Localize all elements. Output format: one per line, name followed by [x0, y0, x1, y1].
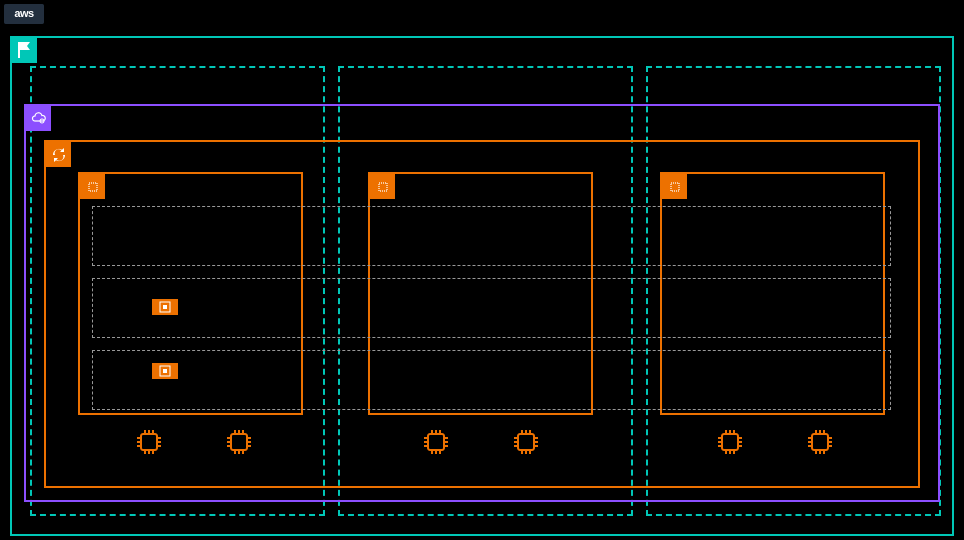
layer-3: [92, 350, 891, 410]
vpc-badge: [26, 106, 51, 131]
chip-outline-3a: [716, 428, 744, 456]
refresh-icon: [51, 147, 67, 163]
cloud-icon: [31, 111, 47, 127]
chip-outline-3b: [806, 428, 834, 456]
instance-group-1-badge: [80, 174, 105, 199]
layer-2: [92, 278, 891, 338]
layer-1: [92, 206, 891, 266]
aws-logo: aws: [4, 4, 44, 24]
aws-logo-text: aws: [14, 8, 33, 20]
chip-icon: [375, 179, 391, 195]
instance-mini-1: [152, 299, 178, 315]
asg-badge: [46, 142, 71, 167]
chip-icon: [85, 179, 101, 195]
chip-outline-2b: [512, 428, 540, 456]
chip-outline-2a: [422, 428, 450, 456]
instance-group-3-badge: [662, 174, 687, 199]
chip-outline-1a: [135, 428, 163, 456]
instance-group-2-badge: [370, 174, 395, 199]
chip-icon: [667, 179, 683, 195]
region-badge: [12, 38, 37, 63]
chip-outline-1b: [225, 428, 253, 456]
instance-mini-2: [152, 363, 178, 379]
flag-icon: [12, 38, 37, 63]
